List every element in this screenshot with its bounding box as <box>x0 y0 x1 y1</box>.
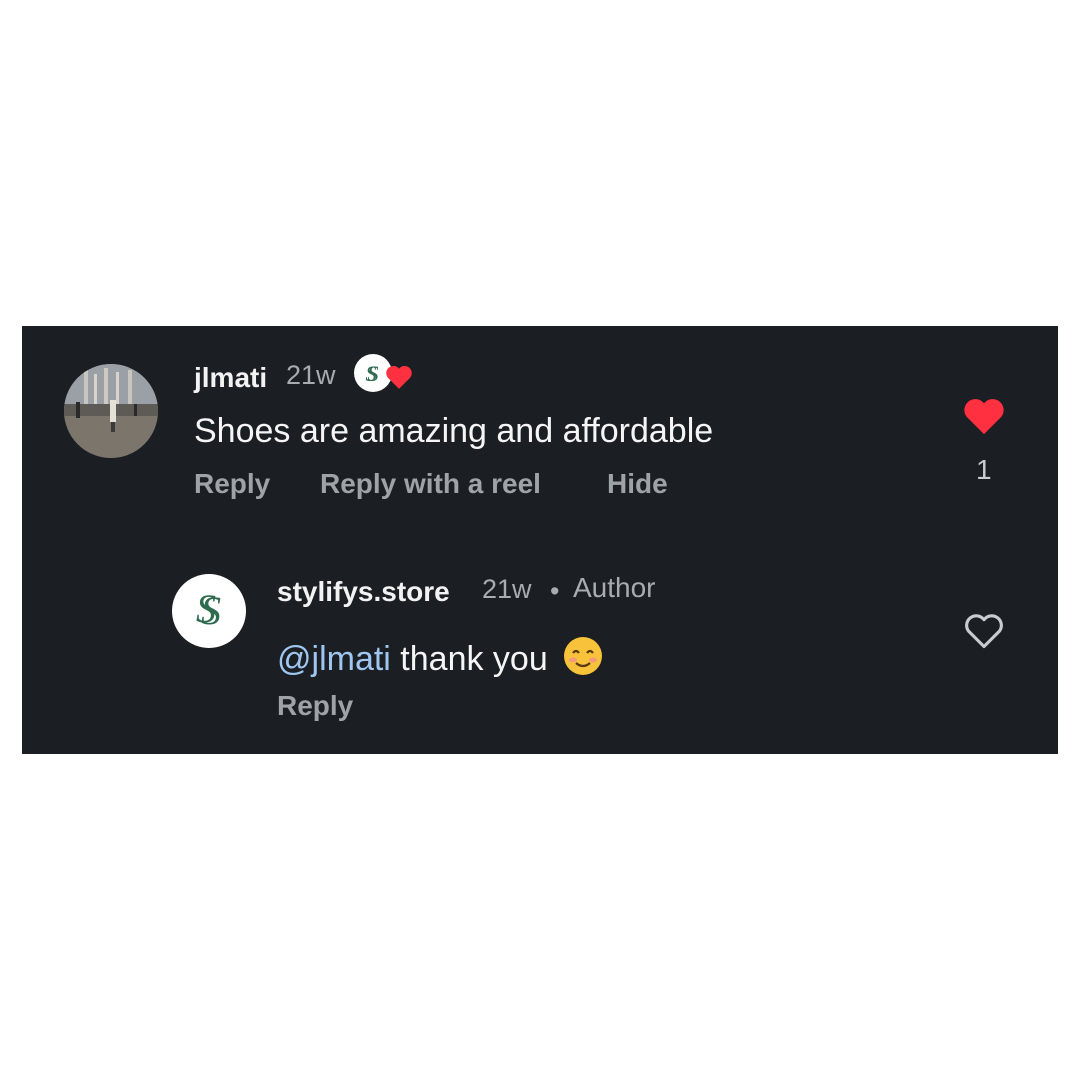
comment-text: Shoes are amazing and affordable <box>194 412 714 450</box>
reply-button[interactable]: Reply <box>277 690 353 722</box>
svg-text:S: S <box>366 361 377 386</box>
author-label: Author <box>573 572 656 603</box>
hide-button[interactable]: Hide <box>607 468 668 500</box>
store-logo-icon: S S <box>196 586 221 633</box>
reply-with-reel-button[interactable]: Reply with a reel <box>320 468 541 500</box>
smiling-emoji-icon <box>563 636 603 676</box>
commenter-username[interactable]: jlmati <box>194 362 267 394</box>
separator-dot: • <box>550 576 560 606</box>
heart-icon <box>386 366 412 389</box>
mention-link[interactable]: @jlmati <box>277 640 391 678</box>
reply-button[interactable]: Reply <box>194 468 270 500</box>
like-filled-icon[interactable] <box>962 396 1006 436</box>
comments-panel: jlmati 21w S S Shoes are amazing and aff… <box>22 326 1058 754</box>
reply-time: 21w <box>482 574 532 604</box>
reply-text-line: @jlmati thank you <box>277 636 603 679</box>
like-count: 1 <box>976 454 992 485</box>
reply-text: thank you <box>390 640 548 678</box>
author-username[interactable]: stylifys.store <box>277 576 450 608</box>
commenter-avatar[interactable] <box>64 364 158 458</box>
author-avatar[interactable]: S S <box>172 574 246 648</box>
like-outline-icon[interactable] <box>963 612 1005 650</box>
svg-text:S: S <box>196 586 216 631</box>
comment-time: 21w <box>286 360 336 390</box>
avatar-photo-image <box>64 364 158 458</box>
